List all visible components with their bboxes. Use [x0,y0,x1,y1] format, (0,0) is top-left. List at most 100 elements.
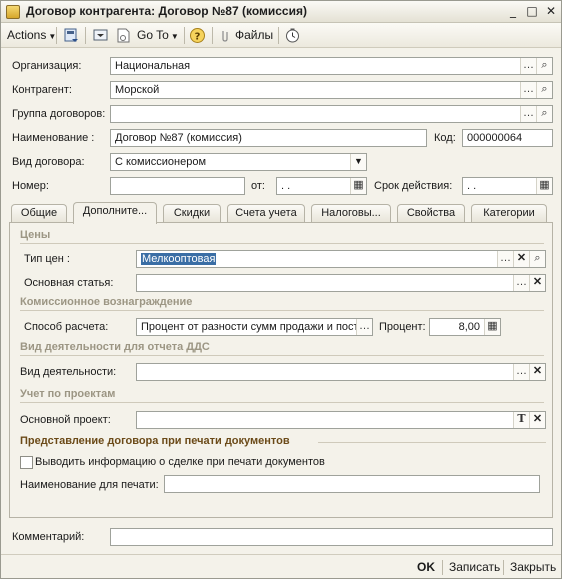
chevron-down-icon[interactable]: ▼ [350,154,366,170]
comment-label: Комментарий: [12,531,85,543]
price-type-label: Тип цен : [24,253,70,265]
select-button[interactable]: … [513,364,529,380]
select-button[interactable]: … [356,319,372,335]
organization-label: Организация: [12,60,82,72]
tab-categories[interactable]: Категории [471,204,547,223]
svg-text:?: ? [195,32,201,43]
tab-panel-additional: Цены Тип цен : Мелкооптовая … ✕ ⌕ Основн… [9,222,553,518]
button-separator [503,560,504,575]
percent-value: 8,00 [458,321,480,333]
text-type-icon[interactable]: T [513,412,529,428]
contract-type-select[interactable]: С комиссионером ▼ [110,153,367,171]
select-button[interactable]: … [520,82,536,98]
section-divider [20,243,544,244]
tab-discounts[interactable]: Скидки [163,204,221,223]
maximize-icon[interactable]: □ [523,4,541,20]
from-label: от: [251,180,265,192]
goto-label: Go To [137,28,169,42]
tab-taxes[interactable]: Налоговы... [311,204,391,223]
toolbar-separator [212,27,213,44]
section-divider [318,442,546,443]
toolbar-separator [184,27,185,44]
code-field[interactable]: 000000064 [462,129,553,147]
contract-type-label: Вид договора: [12,156,85,168]
files-button[interactable]: Файлы [235,27,273,44]
print-name-field[interactable] [164,475,540,493]
paperclip-icon[interactable] [217,27,234,44]
code-label: Код: [434,132,456,144]
document-icon[interactable] [115,27,132,44]
number-field[interactable] [110,177,245,195]
select-button[interactable]: … [520,58,536,74]
tab-general[interactable]: Общие [11,204,67,223]
counterparty-value: Морской [115,84,160,96]
toolbar-separator [56,27,57,44]
open-icon[interactable]: ⌕ [536,58,552,74]
price-type-field[interactable]: Мелкооптовая … ✕ ⌕ [136,250,546,268]
calc-method-label: Способ расчета: [24,321,109,333]
structure-icon[interactable] [92,27,109,44]
save-and-close-icon[interactable] [63,27,80,44]
main-project-label: Основной проект: [20,414,111,426]
select-button[interactable]: … [520,106,536,122]
clock-icon[interactable] [284,27,301,44]
calc-method-value: Процент от разности сумм продажи и пост [141,321,359,333]
percent-field[interactable]: 8,00 ▦ [429,318,501,336]
main-article-field[interactable]: … ✕ [136,274,546,292]
minimize-icon[interactable]: _ [504,4,522,20]
clear-icon[interactable]: ✕ [529,364,545,380]
print-info-checkbox-label[interactable]: Выводить информацию о сделке при печати … [35,456,325,468]
open-icon[interactable]: ⌕ [536,106,552,122]
clear-icon[interactable]: ✕ [529,412,545,428]
projects-section-title: Учет по проектам [20,388,116,400]
toolbar: Actions ▼ Go To ▼ ? Файлы [1,23,561,48]
actions-menu[interactable]: Actions ▼ [7,27,56,44]
open-icon[interactable]: ⌕ [536,82,552,98]
calendar-icon[interactable]: ▦ [536,178,552,194]
clear-icon[interactable]: ✕ [513,251,529,267]
title-bar: Договор контрагента: Договор №87 (комисс… [1,1,561,23]
open-icon[interactable]: ⌕ [529,251,545,267]
section-divider [20,402,544,403]
contract-type-value: С комиссионером [115,156,207,168]
close-button[interactable]: Закрыть [510,560,556,574]
from-date-value: . . [281,180,291,192]
bottom-bar: OK Записать Закрыть [1,554,561,578]
chevron-down-icon: ▼ [170,32,179,41]
main-project-field[interactable]: T ✕ [136,411,546,429]
calc-method-field[interactable]: Процент от разности сумм продажи и пост … [136,318,373,336]
code-value: 000000064 [467,132,523,144]
name-value: Договор №87 (комиссия) [115,132,242,144]
tab-additional[interactable]: Дополните... [73,202,157,224]
name-field[interactable]: Договор №87 (комиссия) [110,129,427,147]
comment-field[interactable] [110,528,553,546]
window-title: Договор контрагента: Договор №87 (комисс… [26,4,307,18]
activity-field[interactable]: … ✕ [136,363,546,381]
print-info-checkbox[interactable] [20,456,33,469]
dds-section-title: Вид деятельности для отчета ДДС [20,341,210,353]
app-icon [6,5,20,19]
counterparty-field[interactable]: Морской … ⌕ [110,81,553,99]
select-button[interactable]: … [513,275,529,291]
help-icon[interactable]: ? [189,27,206,44]
tab-properties[interactable]: Свойства [397,204,465,223]
from-date-field[interactable]: . . ▦ [276,177,367,195]
group-field[interactable]: … ⌕ [110,105,553,123]
calendar-icon[interactable]: ▦ [350,178,366,194]
group-label: Группа договоров: [12,108,106,120]
validity-date-field[interactable]: . . ▦ [462,177,553,195]
save-button[interactable]: Записать [449,560,500,574]
section-divider [20,355,544,356]
select-button[interactable]: … [497,251,513,267]
tab-accounts[interactable]: Счета учета [227,204,305,223]
section-divider [20,310,544,311]
actions-label: Actions [7,28,47,42]
ok-button[interactable]: OK [417,560,435,574]
goto-menu[interactable]: Go To ▼ [137,27,179,44]
toolbar-separator [278,27,279,44]
clear-icon[interactable]: ✕ [529,275,545,291]
calculator-icon[interactable]: ▦ [484,319,500,335]
organization-field[interactable]: Национальная … ⌕ [110,57,553,75]
prices-section-title: Цены [20,229,51,241]
close-icon[interactable]: ✕ [542,4,560,20]
